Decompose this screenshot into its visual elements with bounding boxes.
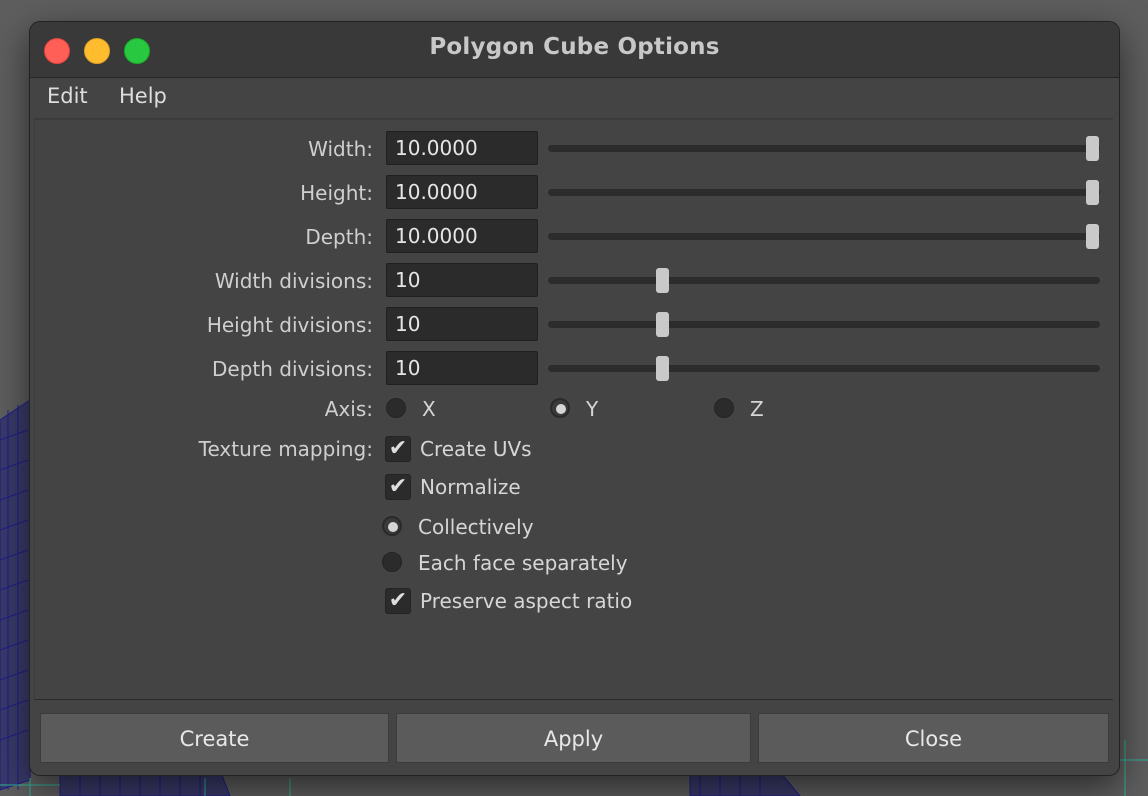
collectively-option[interactable]: Collectively	[382, 507, 882, 547]
preserve-aspect-ratio-label: Preserve aspect ratio	[420, 589, 633, 613]
normalize-label: Normalize	[420, 475, 521, 499]
height-divisions-slider-thumb[interactable]	[655, 312, 669, 337]
axis-z-radio[interactable]	[714, 398, 734, 418]
each-face-separately-radio[interactable]	[382, 552, 402, 572]
normalize-checkbox[interactable]: ✔	[385, 474, 411, 500]
depth-divisions-label: Depth divisions:	[212, 357, 373, 381]
texture-mapping-row: Texture mapping: ✔ Create UVs	[34, 429, 1113, 469]
polygon-cube-options-dialog: Polygon Cube Options Edit Help Width: He…	[29, 21, 1120, 776]
preserve-aspect-ratio-checkbox[interactable]: ✔	[385, 588, 411, 614]
height-divisions-field[interactable]	[386, 307, 538, 341]
axis-label: Axis:	[324, 397, 373, 421]
title-bar: Polygon Cube Options	[30, 22, 1119, 78]
width-divisions-slider[interactable]	[548, 268, 1100, 293]
height-divisions-slider[interactable]	[548, 312, 1100, 337]
depth-divisions-slider-thumb[interactable]	[655, 356, 669, 381]
menu-edit[interactable]: Edit	[47, 84, 88, 108]
height-row: Height:	[34, 173, 1113, 213]
depth-slider-thumb[interactable]	[1086, 224, 1099, 249]
apply-button[interactable]: Apply	[396, 713, 751, 763]
width-divisions-slider-thumb[interactable]	[655, 268, 669, 293]
axis-row: Axis: X Y Z	[34, 389, 1113, 429]
width-row: Width:	[34, 129, 1113, 169]
create-uvs-option[interactable]: ✔ Create UVs	[385, 429, 885, 469]
menu-bar: Edit Help	[30, 78, 1119, 118]
options-panel: Width: Height: Depth: Width divisions:	[34, 118, 1113, 700]
width-slider[interactable]	[548, 136, 1100, 161]
width-slider-thumb[interactable]	[1086, 136, 1099, 161]
window-title: Polygon Cube Options	[429, 34, 720, 60]
collectively-radio[interactable]	[382, 516, 402, 536]
height-slider-thumb[interactable]	[1086, 180, 1099, 205]
width-divisions-label: Width divisions:	[214, 269, 373, 293]
axis-radio-group: X Y Z	[386, 389, 1086, 429]
axis-z-label: Z	[750, 397, 764, 421]
depth-slider[interactable]	[548, 224, 1100, 249]
width-label: Width:	[308, 137, 373, 161]
width-divisions-field[interactable]	[386, 263, 538, 297]
depth-field[interactable]	[386, 219, 538, 253]
axis-x-label: X	[422, 397, 436, 421]
axis-y-radio[interactable]	[550, 398, 570, 418]
create-button[interactable]: Create	[40, 713, 389, 763]
create-uvs-checkbox[interactable]: ✔	[385, 436, 411, 462]
depth-divisions-row: Depth divisions:	[34, 349, 1113, 389]
depth-label: Depth:	[305, 225, 373, 249]
axis-x-radio[interactable]	[386, 398, 406, 418]
close-button[interactable]: Close	[758, 713, 1109, 763]
each-face-separately-option[interactable]: Each face separately	[382, 543, 882, 583]
preserve-aspect-ratio-option[interactable]: ✔ Preserve aspect ratio	[385, 581, 885, 621]
height-divisions-row: Height divisions:	[34, 305, 1113, 345]
width-field[interactable]	[386, 131, 538, 165]
create-uvs-label: Create UVs	[420, 437, 532, 461]
depth-divisions-field[interactable]	[386, 351, 538, 385]
texture-mapping-label: Texture mapping:	[198, 437, 373, 461]
height-slider[interactable]	[548, 180, 1100, 205]
collectively-label: Collectively	[418, 515, 534, 539]
normalize-option[interactable]: ✔ Normalize	[385, 467, 885, 507]
axis-y-label: Y	[586, 397, 599, 421]
height-field[interactable]	[386, 175, 538, 209]
menu-help[interactable]: Help	[119, 84, 167, 108]
depth-divisions-slider[interactable]	[548, 356, 1100, 381]
width-divisions-row: Width divisions:	[34, 261, 1113, 301]
height-label: Height:	[300, 181, 373, 205]
depth-row: Depth:	[34, 217, 1113, 257]
height-divisions-label: Height divisions:	[206, 313, 373, 337]
each-face-separately-label: Each face separately	[418, 551, 628, 575]
